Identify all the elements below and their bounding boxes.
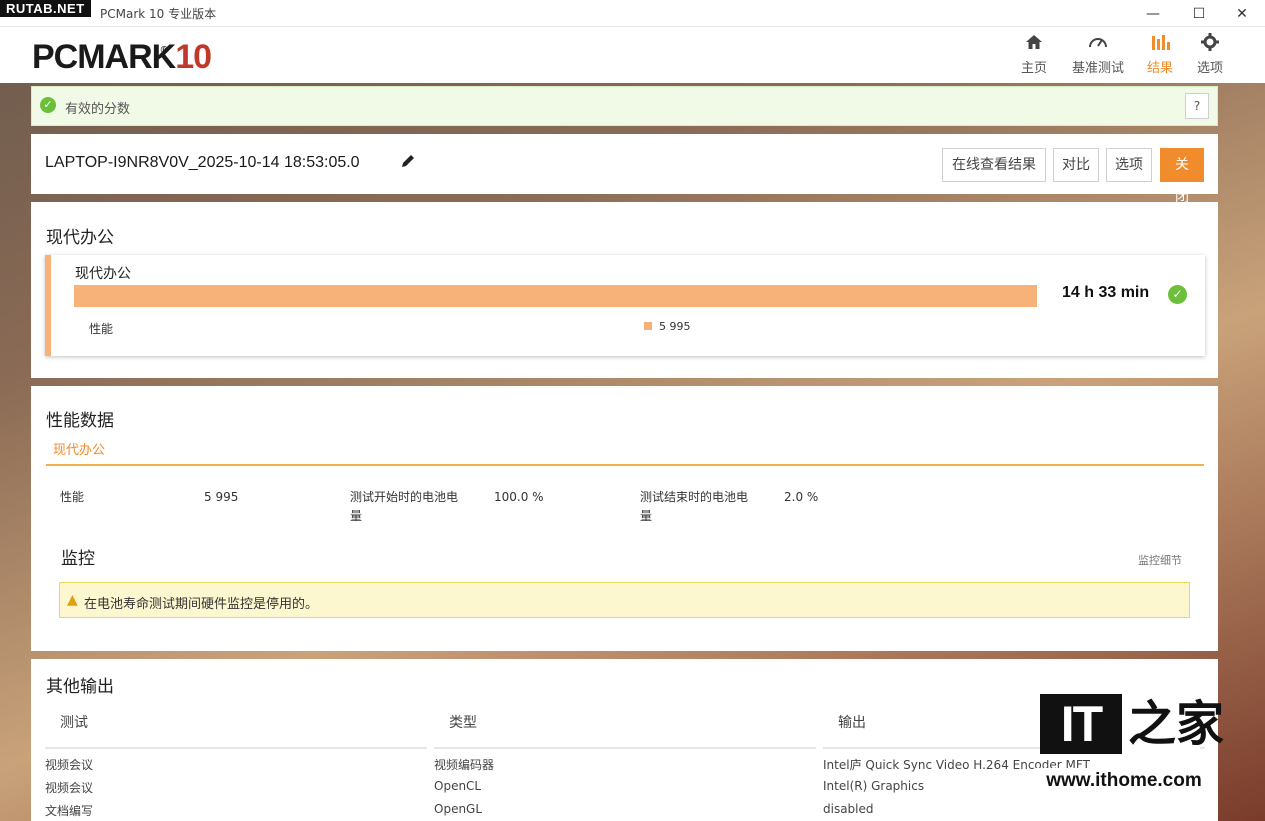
check-icon: ✓ [40,97,56,113]
column-header-test: 测试 [60,715,88,731]
view-online-button[interactable]: 在线查看结果 [942,148,1046,182]
ithome-url: www.ithome.com [1036,768,1212,794]
score-bar [74,285,1037,307]
perf-value: 5 995 [659,320,691,333]
check-circle-icon: ✓ [1168,285,1187,304]
kv-label: 性能 [60,490,85,504]
tab-modern-office[interactable]: 现代办公 [53,439,105,458]
table-cell: Intel(R) Graphics [823,779,925,793]
home-icon [1002,33,1066,55]
table-cell: disabled [823,802,874,816]
result-header: LAPTOP-I9NR8V0V_2025-10-14 18:53:05.0 在线… [31,134,1218,205]
minimize-button[interactable]: — [1130,0,1176,27]
kv-value: 100.0 % [494,490,544,504]
battery-life-score: 14 h 33 min [1062,284,1150,301]
section-title: 性能数据 [46,411,114,431]
section-title: 现代办公 [46,228,114,248]
result-name: LAPTOP-I9NR8V0V_2025-10-14 18:53:05.0 [45,154,360,171]
close-window-button[interactable]: ✕ [1219,0,1265,27]
gear-icon [1178,33,1242,55]
table-cell: 视频会议 [45,781,94,795]
tab-underline [46,464,1204,466]
pencil-icon[interactable] [400,153,416,173]
warning-text: 在电池寿命测试期间硬件监控是停用的。 [84,597,319,612]
modern-office-panel: 现代办公 现代办公 性能 5 995 14 h 33 min ✓ [31,202,1218,378]
performance-data-panel: 性能数据 现代办公 性能 5 995 测试开始时的电池电量 100.0 % 测试… [31,386,1218,651]
nav-options[interactable]: 选项 [1178,33,1242,79]
nav-benchmarks-label: 基准测试 [1071,61,1124,76]
table-cell: 视频会议 [45,758,94,772]
kv-label: 测试开始时的电池电量 [350,490,459,523]
table-cell: 视频编码器 [434,758,495,772]
table-cell: OpenCL [434,779,482,793]
kv-value: 2.0 % [784,490,819,504]
gauge-icon [1066,33,1130,55]
compare-button[interactable]: 对比 [1053,148,1099,182]
warning-icon: ▲ [67,592,78,608]
help-button[interactable]: ? [1185,93,1209,119]
window-title: PCMark 10 专业版本 [100,7,217,21]
section-title: 其他输出 [46,677,114,697]
monitor-title: 监控 [61,549,95,569]
ithome-logo: IT [1040,694,1122,754]
nav-home[interactable]: 主页 [1002,33,1066,79]
valid-score-text: 有效的分数 [65,102,131,117]
warning-banner: ▲ 在电池寿命测试期间硬件监控是停用的。 [59,582,1190,618]
valid-score-banner: ✓ 有效的分数 ? [31,86,1218,126]
rutab-watermark: RUTAB.NET [0,0,91,17]
nav-benchmarks[interactable]: 基准测试 [1066,33,1130,79]
column-divider [434,747,816,749]
pcmark-logo: PCMARK10 ® [32,38,212,76]
close-result-button[interactable]: 关闭 [1160,148,1204,205]
table-cell: OpenGL [434,802,483,816]
table-cell: 文档编写 [45,804,94,818]
legend-swatch [644,322,652,330]
monitor-details-link[interactable]: 监控细节 [1138,552,1182,568]
column-header-output: 输出 [838,715,866,731]
kv-value: 5 995 [204,490,239,504]
nav-home-label: 主页 [1020,61,1047,76]
score-card: 现代办公 性能 5 995 14 h 33 min ✓ [45,255,1205,356]
column-divider [45,747,427,749]
window-title-bar: PCMark 10 专业版本 — ☐ ✕ RUTAB.NET [0,0,1265,27]
options-button[interactable]: 选项 [1106,148,1152,182]
app-header: PCMARK10 ® 主页 基准测试 结果 选项 [0,27,1265,83]
ithome-logo-text: 之家 [1128,696,1225,752]
score-card-title: 现代办公 [75,266,131,282]
column-header-type: 类型 [449,715,477,731]
perf-label: 性能 [89,322,114,336]
kv-label: 测试结束时的电池电量 [640,490,749,523]
maximize-button[interactable]: ☐ [1176,0,1222,27]
nav-options-label: 选项 [1196,61,1223,76]
